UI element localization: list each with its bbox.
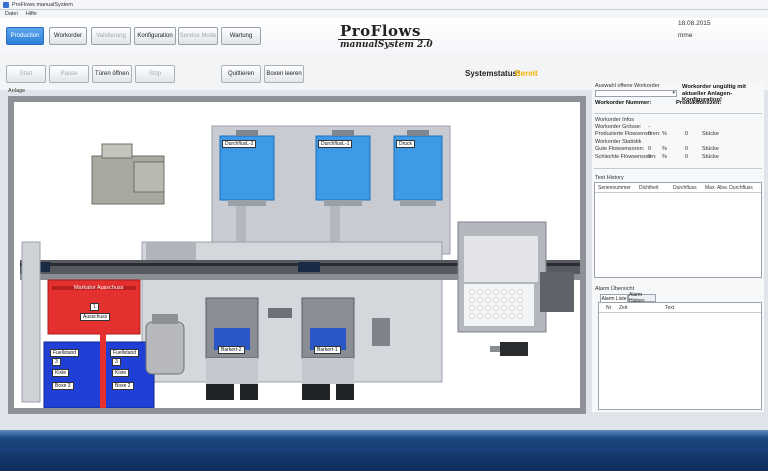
box2-unit: Kiste [112, 369, 130, 377]
bottom-band [0, 430, 768, 471]
station-label-barkert-2: Barkert-2 [218, 346, 245, 354]
system-status-value: Bereit [515, 69, 538, 78]
box2-count: 3 [112, 358, 121, 366]
marker-title: Markator Ausschuss [74, 285, 124, 291]
test-history-title: Test History [595, 175, 624, 181]
system-status-label: Systemstatus: [465, 69, 520, 78]
info-row-value: 0 [648, 131, 652, 137]
stats-row-count: 0 [685, 154, 689, 160]
tab-production[interactable]: Production [6, 27, 44, 45]
info-row-label: Workorder Grösse: [595, 124, 642, 130]
info-row-unit: % [662, 131, 667, 137]
col-text: Text [665, 305, 675, 311]
app-icon [3, 1, 9, 8]
stats-row-count: 0 [685, 146, 689, 152]
workorder-info-title: Workorder Infos [595, 117, 635, 123]
marker-count: 1 [90, 303, 99, 311]
window-titlebar: ProFlows manualSystem [0, 0, 768, 10]
menu-datei[interactable]: Datei [5, 11, 18, 17]
stats-row-label: Gute Flowsensoren: [595, 146, 645, 152]
stats-row-value: 0 [648, 146, 652, 152]
menu-hilfe[interactable]: Hilfe [26, 11, 37, 17]
plant-schematic [20, 125, 580, 408]
col-tightness: Dichtheit [639, 185, 659, 191]
stats-row-unit: % [662, 146, 667, 152]
pause-button[interactable]: Pause [49, 65, 89, 83]
stats-row-unit: % [662, 154, 667, 160]
production-time-label: Produktionszeit: [676, 100, 722, 106]
tab-wartung[interactable]: Wartung [221, 27, 261, 45]
station-label-barkert-1: Barkert-1 [314, 346, 341, 354]
workorder-number-label: Workorder Nummer: [595, 100, 652, 106]
tab-alarm-history[interactable]: Alarm History [628, 292, 656, 304]
box3-label: Fuellstand [50, 349, 80, 357]
tab-alarm-list[interactable]: Alarm Liste [600, 294, 628, 302]
station-label-druck: Druck [396, 140, 416, 148]
box3-name: Boxe 3 [52, 382, 74, 390]
col-serial: Seriennummer [598, 185, 631, 191]
workorder-stats-title: Workorder Statistik [595, 139, 642, 145]
stop-button[interactable]: Stop [135, 65, 175, 83]
tab-validierung[interactable]: Validierung [91, 27, 131, 45]
box2-label: Fuellstand [110, 349, 140, 357]
marker-text: Ausschuss [80, 313, 111, 321]
window-title: ProFlows manualSystem [12, 1, 73, 8]
col-time: Zeit [619, 305, 628, 311]
box3-unit: Kiste [52, 369, 70, 377]
col-max-dev: Max. Abw. Durchfluss [705, 185, 753, 191]
alarm-table[interactable]: Nr Zeit Text [598, 302, 762, 410]
start-button[interactable]: Start [6, 65, 46, 83]
stats-row-value: 0 [648, 154, 652, 160]
chevron-down-icon: ▾ [672, 90, 675, 96]
menu-bar: Datei Hilfe [0, 10, 768, 18]
acknowledge-button[interactable]: Quittieren [221, 65, 261, 83]
col-nr: Nr [606, 305, 612, 311]
empty-boxes-button[interactable]: Boxen leeren [264, 65, 304, 83]
col-flow: Durchfluss [673, 185, 697, 191]
tab-service-mode[interactable]: Service Mode [178, 27, 218, 45]
station-label-durchflux-1: DurchfluxL-1 [318, 140, 353, 148]
info-row-value: - [648, 124, 650, 130]
plant-view: DurchfluxL-2 DurchfluxL-1 Druck Markator… [8, 96, 586, 414]
workorder-select-label: Auswahl offene Workorder [595, 83, 660, 89]
plant-label: Anlage [8, 88, 26, 94]
test-history-table[interactable]: Seriennummer Dichtheit Durchfluss Max. A… [594, 182, 762, 278]
tab-workorder[interactable]: Workorder [49, 27, 87, 45]
box3-count: 3 [52, 358, 61, 366]
stats-row-pieces: Stücke [702, 146, 719, 152]
box2-name: Boxe 2 [112, 382, 134, 390]
proflows-logo: ProFlows manualSystem 2.0 [338, 22, 433, 50]
info-row-pieces: Stücke [702, 131, 719, 137]
info-row-count: 0 [685, 131, 689, 137]
current-user: mme [678, 32, 693, 39]
station-label-durchflux-2: DurchfluxL-2 [222, 140, 257, 148]
workorder-select[interactable]: ▾ [595, 90, 677, 97]
stats-row-pieces: Stücke [702, 154, 719, 160]
open-doors-button[interactable]: Türen öffnen [92, 65, 132, 83]
tab-konfiguration[interactable]: Konfiguration [134, 27, 176, 45]
current-date: 18.08.2015 [678, 20, 711, 27]
